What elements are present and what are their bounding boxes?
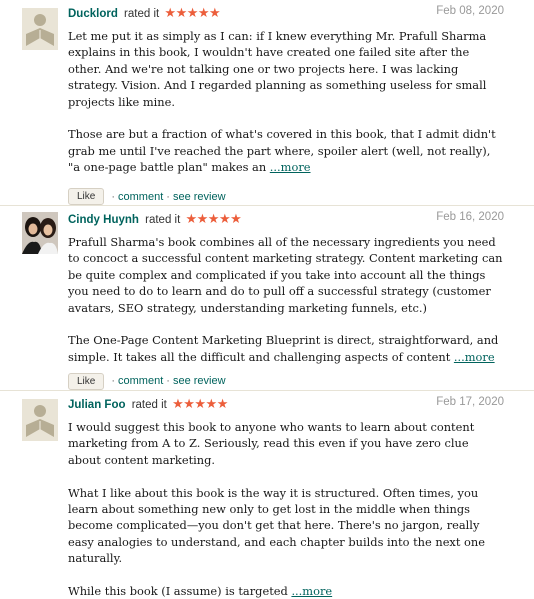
review-paragraph: Those are but a fraction of what's cover… <box>68 127 496 175</box>
review-date-link[interactable]: Feb 16, 2020 <box>436 211 504 223</box>
more-link[interactable]: ...more <box>454 350 495 364</box>
review-date-link[interactable]: Feb 08, 2020 <box>436 5 504 17</box>
review-item: Cindy Huynh rated it ★★★★★ Feb 16, 2020 … <box>0 206 534 391</box>
comment-link[interactable]: comment <box>118 375 163 387</box>
review-header: Cindy Huynh rated it ★★★★★ Feb 16, 2020 <box>68 206 504 230</box>
reviewer-name-link[interactable]: Julian Foo <box>68 399 126 411</box>
star-rating: ★★★★★ <box>172 396 228 411</box>
review-header: Ducklord rated it ★★★★★ Feb 08, 2020 <box>68 0 504 24</box>
rated-label: rated it <box>131 399 167 411</box>
review-date-link[interactable]: Feb 17, 2020 <box>436 396 504 408</box>
reviewer-name-link[interactable]: Cindy Huynh <box>68 214 139 226</box>
see-review-link[interactable]: see review <box>173 375 226 387</box>
user-avatar[interactable] <box>22 212 58 254</box>
rated-label: rated it <box>124 8 160 20</box>
user-avatar[interactable] <box>22 8 58 50</box>
review-text: Prafull Sharma's book combines all of th… <box>68 234 504 365</box>
review-paragraph: I would suggest this book to anyone who … <box>68 420 475 467</box>
like-button[interactable]: Like <box>68 372 105 390</box>
review-text: I would suggest this book to anyone who … <box>68 419 504 599</box>
comment-link[interactable]: comment <box>118 191 163 203</box>
rated-label: rated it <box>145 214 181 226</box>
separator-dot: · <box>111 375 116 388</box>
more-link[interactable]: ...more <box>270 160 311 174</box>
review-paragraph: Prafull Sharma's book combines all of th… <box>68 235 503 315</box>
separator-dot: · <box>111 190 116 203</box>
review-header: Julian Foo rated it ★★★★★ Feb 17, 2020 <box>68 391 504 415</box>
like-button[interactable]: Like <box>68 188 105 206</box>
user-photo <box>22 212 58 254</box>
separator-dot: · <box>166 190 170 203</box>
review-paragraph: Let me put it as simply as I can: if I k… <box>68 29 487 109</box>
more-link[interactable]: ...more <box>291 584 332 598</box>
person-reading-icon <box>22 8 58 50</box>
review-paragraph: What I like about this book is the way i… <box>68 485 485 566</box>
reviewer-name-link[interactable]: Ducklord <box>68 8 118 20</box>
review-item: Julian Foo rated it ★★★★★ Feb 17, 2020 I… <box>0 391 534 598</box>
review-item: Ducklord rated it ★★★★★ Feb 08, 2020 Let… <box>0 0 534 206</box>
user-avatar[interactable] <box>22 399 58 441</box>
separator-dot: · <box>166 375 170 388</box>
review-paragraph: While this book (I assume) is targeted .… <box>68 584 333 599</box>
reviews-list: Ducklord rated it ★★★★★ Feb 08, 2020 Let… <box>0 0 534 598</box>
star-rating: ★★★★★ <box>185 211 242 226</box>
person-reading-icon <box>22 399 58 441</box>
review-paragraph: The One-Page Content Marketing Blueprint… <box>68 333 499 364</box>
star-rating: ★★★★★ <box>164 5 221 20</box>
review-text: Let me put it as simply as I can: if I k… <box>68 28 504 176</box>
see-review-link[interactable]: see review <box>173 191 226 203</box>
